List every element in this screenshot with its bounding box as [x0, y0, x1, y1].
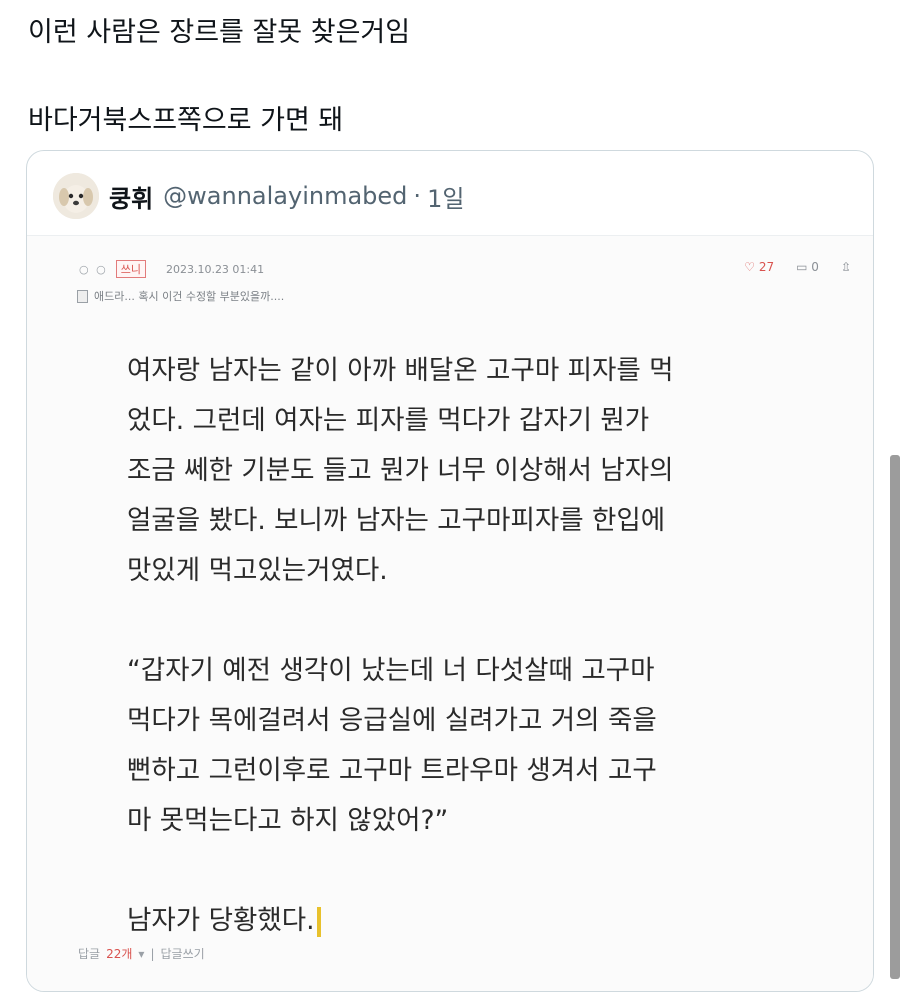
- author-dots: ○ ○: [79, 262, 108, 276]
- comment-count: ▭ 0: [796, 260, 819, 274]
- reply-footer: 답글 22개 ▾ | 답글쓰기: [78, 945, 205, 962]
- author-tag: 쓰니: [115, 260, 146, 278]
- share-icon: ⇫: [840, 260, 851, 274]
- body-line-text: 남자가 당황했다.: [127, 905, 315, 936]
- header-separator: ·: [413, 182, 422, 210]
- body-line: 여자랑 남자는 같이 아까 배달온 고구마 피자를 먹: [127, 355, 674, 386]
- reply-count[interactable]: 22개: [106, 945, 132, 962]
- like-count: ♡ 27: [744, 260, 775, 274]
- body-line: 었다. 그런데 여자는 피자를 먹다가 갑자기 뭔가: [127, 405, 650, 436]
- reply-label: 답글: [78, 947, 101, 961]
- post-date: 2023.10.23 01:41: [165, 262, 265, 276]
- avatar[interactable]: [53, 173, 99, 219]
- post-meta: ○ ○ 쓰니 2023.10.23 01:41: [79, 260, 264, 278]
- body-line: 조금 쎄한 기분도 들고 뭔가 너무 이상해서 남자의: [127, 455, 674, 486]
- attached-image[interactable]: ○ ○ 쓰니 2023.10.23 01:41 ♡ 27 ▭ 0 ⇫ 애드라..…: [27, 235, 873, 991]
- body-line: “갑자기 예전 생각이 났는데 너 다섯살때 고구마: [127, 655, 655, 686]
- quoted-tweet-card[interactable]: 쿵휘 @wannalayinmabed · 1일 ○ ○ 쓰니 2023.10.…: [26, 150, 874, 992]
- write-reply-link[interactable]: 답글쓰기: [160, 945, 204, 962]
- heart-icon: ♡: [744, 260, 756, 274]
- body-line-last: 남자가 당황했다.: [127, 896, 827, 946]
- quoted-tweet-time[interactable]: 1일: [427, 179, 464, 214]
- text-cursor: [316, 906, 321, 937]
- post-body: 여자랑 남자는 같이 아까 배달온 고구마 피자를 먹 었다. 그런데 여자는 …: [127, 346, 827, 946]
- body-line: 마 못먹는다고 하지 않았어?”: [127, 805, 449, 836]
- quoted-author-name[interactable]: 쿵휘: [109, 179, 153, 214]
- footer-separator: |: [150, 946, 155, 961]
- body-line: 뻔하고 그런이후로 고구마 트라우마 생겨서 고구: [127, 755, 657, 786]
- document-icon: [77, 289, 88, 303]
- tweet-text-line-2: 바다거북스프쪽으로 가면 돼: [28, 105, 344, 136]
- quoted-tweet-header: 쿵휘 @wannalayinmabed · 1일: [53, 173, 464, 219]
- puppy-avatar-icon: [53, 173, 99, 219]
- chevron-down-icon[interactable]: ▾: [138, 947, 144, 961]
- scrollbar[interactable]: [890, 455, 900, 979]
- post-title: 애드라... 혹시 이건 수정할 부분있을까....: [77, 288, 284, 304]
- tweet-text-line-1: 이런 사람은 장르를 잘못 찾은거임: [28, 17, 411, 48]
- body-line: 얼굴을 봤다. 보니까 남자는 고구마피자를 한입에: [127, 505, 666, 536]
- body-line: 먹다가 목에걸려서 응급실에 실려가고 거의 죽을: [127, 705, 657, 736]
- post-title-text: 애드라... 혹시 이건 수정할 부분있을까....: [94, 290, 285, 303]
- post-stats: ♡ 27 ▭ 0 ⇫: [744, 260, 851, 274]
- comment-icon: ▭: [796, 260, 808, 274]
- body-line: 맛있게 먹고있는거였다.: [127, 555, 388, 586]
- quoted-author-handle[interactable]: @wannalayinmabed: [163, 182, 407, 210]
